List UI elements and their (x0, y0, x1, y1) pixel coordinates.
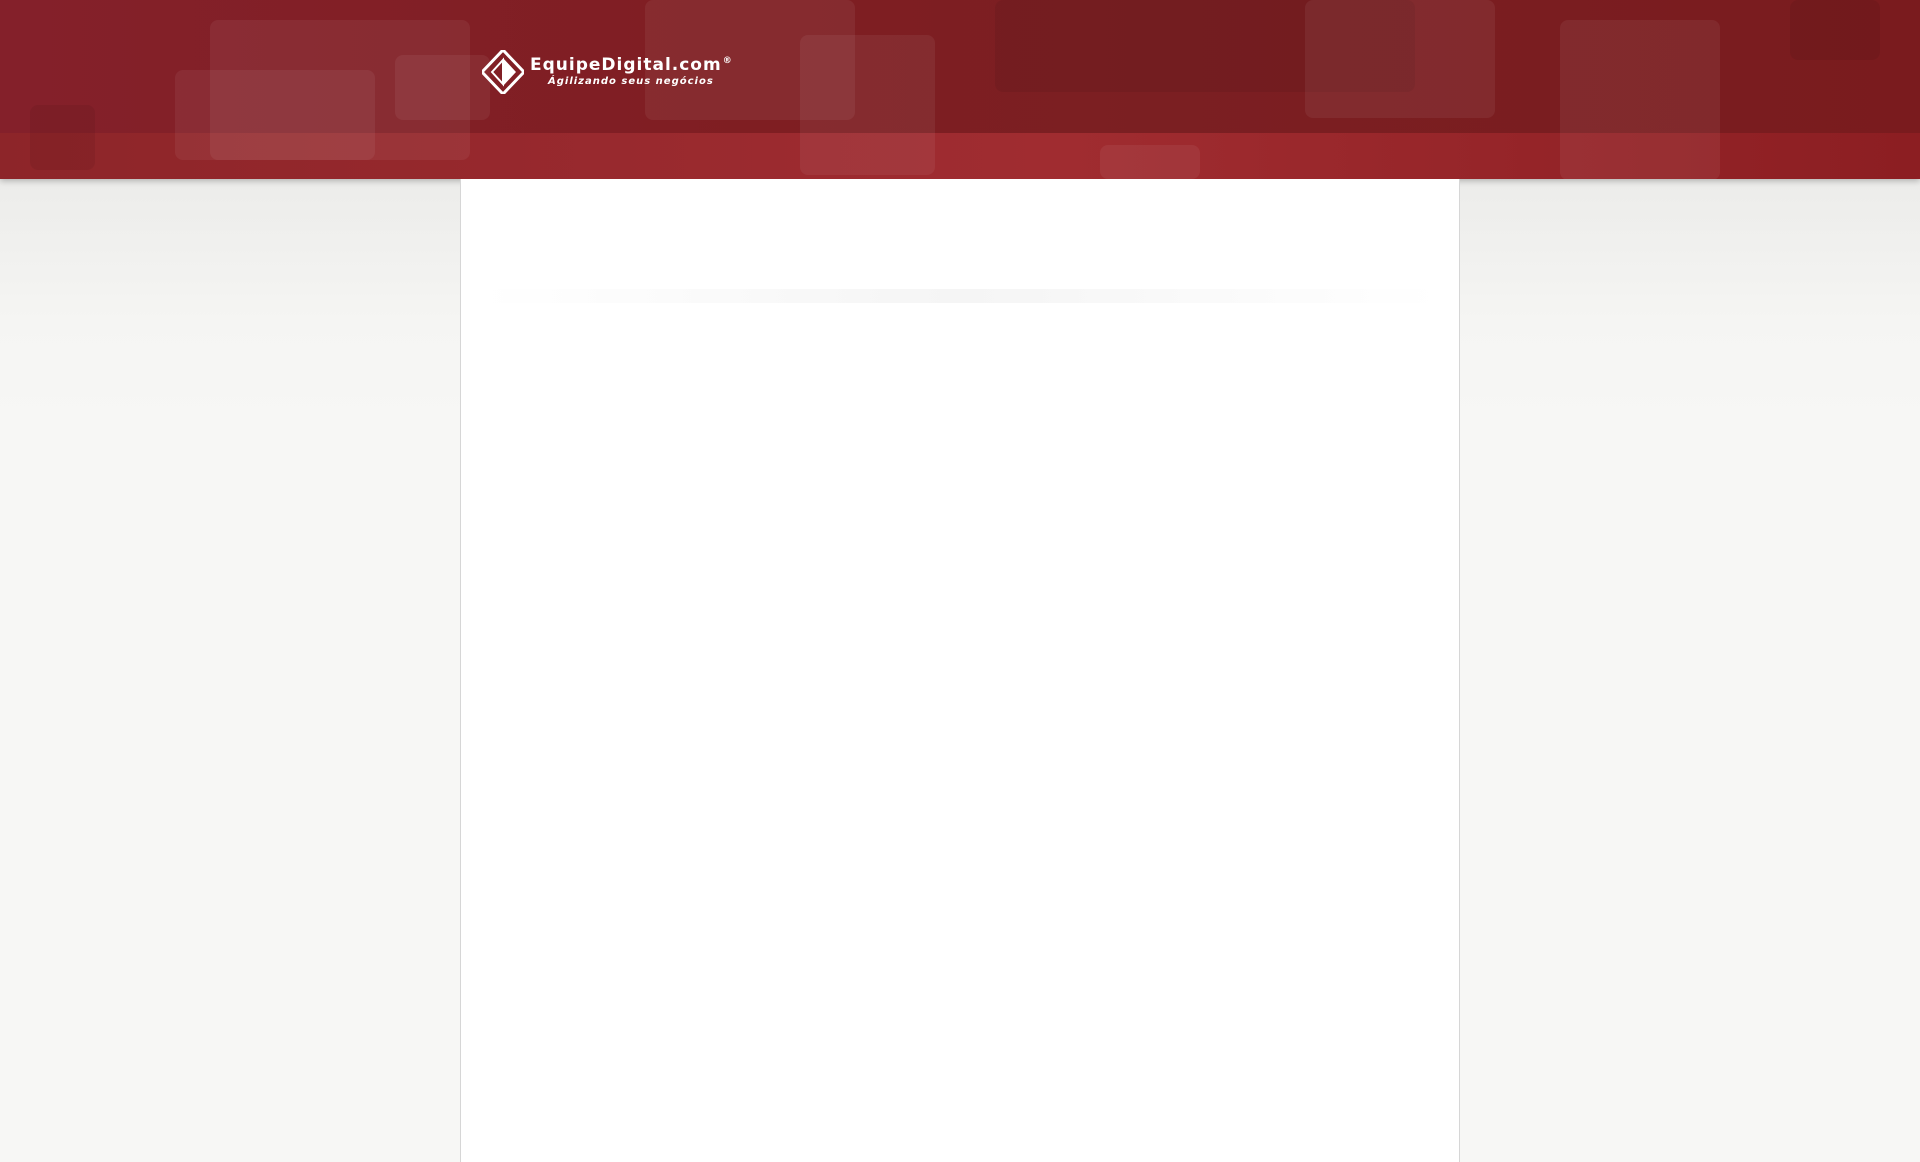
site-header: EquipeDigital.com® Ágilizando seus negóc… (0, 0, 1920, 179)
header-decoration (30, 105, 95, 170)
site-logo[interactable]: EquipeDigital.com® Ágilizando seus negóc… (482, 50, 733, 94)
brand-name: EquipeDigital.com (530, 55, 722, 75)
brand-tagline: Ágilizando seus negócios (548, 76, 714, 87)
header-decoration (395, 55, 490, 120)
header-decoration (1790, 0, 1880, 60)
header-decoration (1560, 20, 1720, 179)
header-decoration (1305, 0, 1495, 118)
equipedigital-logo-icon (482, 50, 524, 94)
header-decoration (800, 35, 935, 175)
registered-mark: ® (722, 56, 733, 66)
faint-content-row (481, 289, 1441, 303)
content-panel (460, 179, 1460, 1162)
header-decoration (1100, 145, 1200, 179)
header-decoration (175, 70, 375, 160)
